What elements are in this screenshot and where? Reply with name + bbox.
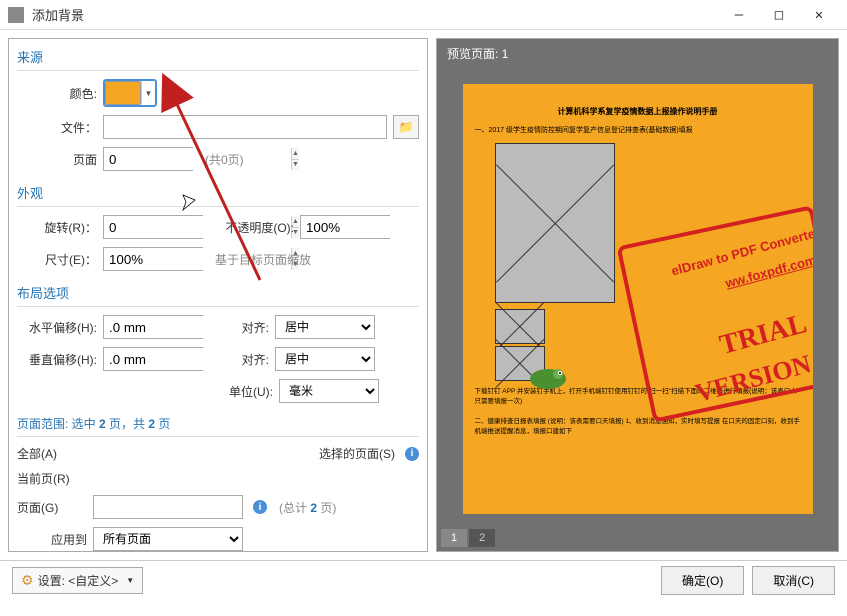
valign-select[interactable]: 居中: [275, 347, 375, 371]
app-icon: [8, 7, 24, 23]
page-tab-2[interactable]: 2: [469, 529, 495, 547]
range-pages-label[interactable]: 页面(G): [17, 499, 87, 516]
page-total: (共0页): [205, 151, 244, 168]
maximize-button[interactable]: □: [759, 1, 799, 29]
spinner-down-icon[interactable]: ▼: [292, 160, 299, 171]
range-total: (总计 2 页): [279, 499, 336, 516]
placeholder-image: [495, 143, 615, 303]
unit-label: 单位(U):: [213, 383, 273, 400]
halign-select[interactable]: 居中: [275, 315, 375, 339]
voffset-spinner[interactable]: ▲▼: [103, 347, 203, 371]
pagerange-section: 页面范围: 选中 2 页，共 2 页 全部(A) 选择的页面(S) i 当前页(…: [17, 415, 419, 551]
page-tab-1[interactable]: 1: [441, 529, 467, 547]
color-swatch: [105, 81, 141, 105]
preview-panel: 预览页面: 1 计算机科学系复学疫情数据上报操作说明手册 一、2017 级学生疫…: [436, 38, 839, 552]
page-label: 页面: [17, 151, 97, 168]
align-label-1: 对齐:: [209, 319, 269, 336]
file-label: 文件：: [17, 119, 97, 136]
gear-icon: ⚙: [21, 572, 34, 589]
hoffset-label: 水平偏移(H):: [17, 319, 97, 336]
range-pages-input[interactable]: [93, 495, 243, 519]
pagerange-title: 页面范围: 选中 2 页，共 2 页: [17, 415, 419, 437]
doc-line3: 二、健康排查日报表填报 (说明：该表需要口天填报) 1、收到消息通知，实时填写提…: [475, 415, 801, 435]
doc-line1: 一、2017 级学生疫情防控期间复学复产信息登记排查表(基础数据)填报: [475, 125, 801, 135]
minimize-button[interactable]: —: [719, 1, 759, 29]
chevron-down-icon: ▼: [141, 81, 155, 105]
unit-select[interactable]: 毫米: [279, 379, 379, 403]
browse-button[interactable]: 📁: [393, 115, 419, 139]
layout-title: 布局选项: [17, 283, 419, 307]
apply-label: 应用到: [17, 531, 87, 548]
page-value[interactable]: [104, 148, 291, 170]
page-spinner[interactable]: ▲▼: [103, 147, 193, 171]
settings-button[interactable]: ⚙ 设置: <自定义> ▼: [12, 567, 143, 594]
scale-hint: 基于目标页面缩放: [215, 251, 311, 268]
close-button[interactable]: ✕: [799, 1, 839, 29]
source-title: 来源: [17, 47, 419, 71]
titlebar: 添加背景 — □ ✕: [0, 0, 847, 30]
settings-panel: 来源 颜色: ▼ 文件： 📁 页面 ▲▼: [8, 38, 428, 552]
page-preview: 计算机科学系复学疫情数据上报操作说明手册 一、2017 级学生疫情防控期间复学复…: [463, 84, 813, 514]
voffset-label: 垂直偏移(H):: [17, 351, 97, 368]
cancel-button[interactable]: 取消(C): [752, 566, 835, 595]
doc-title: 计算机科学系复学疫情数据上报操作说明手册: [475, 106, 801, 117]
range-current[interactable]: 当前页(R): [17, 470, 70, 487]
scale-label: 尺寸(E)：: [17, 251, 97, 268]
scale-spinner[interactable]: ▲▼: [103, 247, 203, 271]
placeholder-image-small1: [495, 309, 545, 344]
chevron-down-icon: ▼: [126, 576, 134, 585]
chameleon-icon: [523, 359, 573, 394]
appearance-section: 外观 旋转(R)： ▲▼ 不透明度(O): ▲▼ 尺寸(E)： ▲▼: [17, 183, 419, 271]
layout-section: 布局选项 水平偏移(H): ▲▼ 对齐: 居中 垂直偏移(H): ▲▼ 对齐: …: [17, 283, 419, 403]
appearance-title: 外观: [17, 183, 419, 207]
rotate-label: 旋转(R)：: [17, 219, 97, 236]
color-label: 颜色:: [17, 85, 97, 102]
page-tabs: 1 2: [437, 529, 838, 551]
settings-label: 设置: <自定义>: [38, 572, 119, 589]
footer: ⚙ 设置: <自定义> ▼ 确定(O) 取消(C): [0, 560, 847, 600]
preview-area: 计算机科学系复学疫情数据上报操作说明手册 一、2017 级学生疫情防控期间复学复…: [437, 68, 838, 529]
opacity-spinner[interactable]: ▲▼: [300, 215, 390, 239]
folder-icon: 📁: [399, 120, 414, 134]
range-selected-pages[interactable]: 选择的页面(S): [319, 445, 395, 462]
range-all[interactable]: 全部(A): [17, 445, 117, 462]
preview-header: 预览页面: 1: [437, 39, 838, 68]
hoffset-spinner[interactable]: ▲▼: [103, 315, 203, 339]
ok-button[interactable]: 确定(O): [661, 566, 744, 595]
info-icon[interactable]: i: [405, 447, 419, 461]
opacity-label: 不透明度(O):: [209, 219, 294, 236]
apply-select[interactable]: 所有页面: [93, 527, 243, 551]
file-input[interactable]: [103, 115, 387, 139]
spinner-up-icon[interactable]: ▲: [292, 148, 299, 160]
align-label-2: 对齐:: [209, 351, 269, 368]
rotate-spinner[interactable]: ▲▼: [103, 215, 203, 239]
opacity-value[interactable]: [301, 216, 428, 238]
color-picker[interactable]: ▼: [103, 79, 157, 107]
window-title: 添加背景: [32, 5, 719, 24]
source-section: 来源 颜色: ▼ 文件： 📁 页面 ▲▼: [17, 47, 419, 171]
info-icon[interactable]: i: [253, 500, 267, 514]
